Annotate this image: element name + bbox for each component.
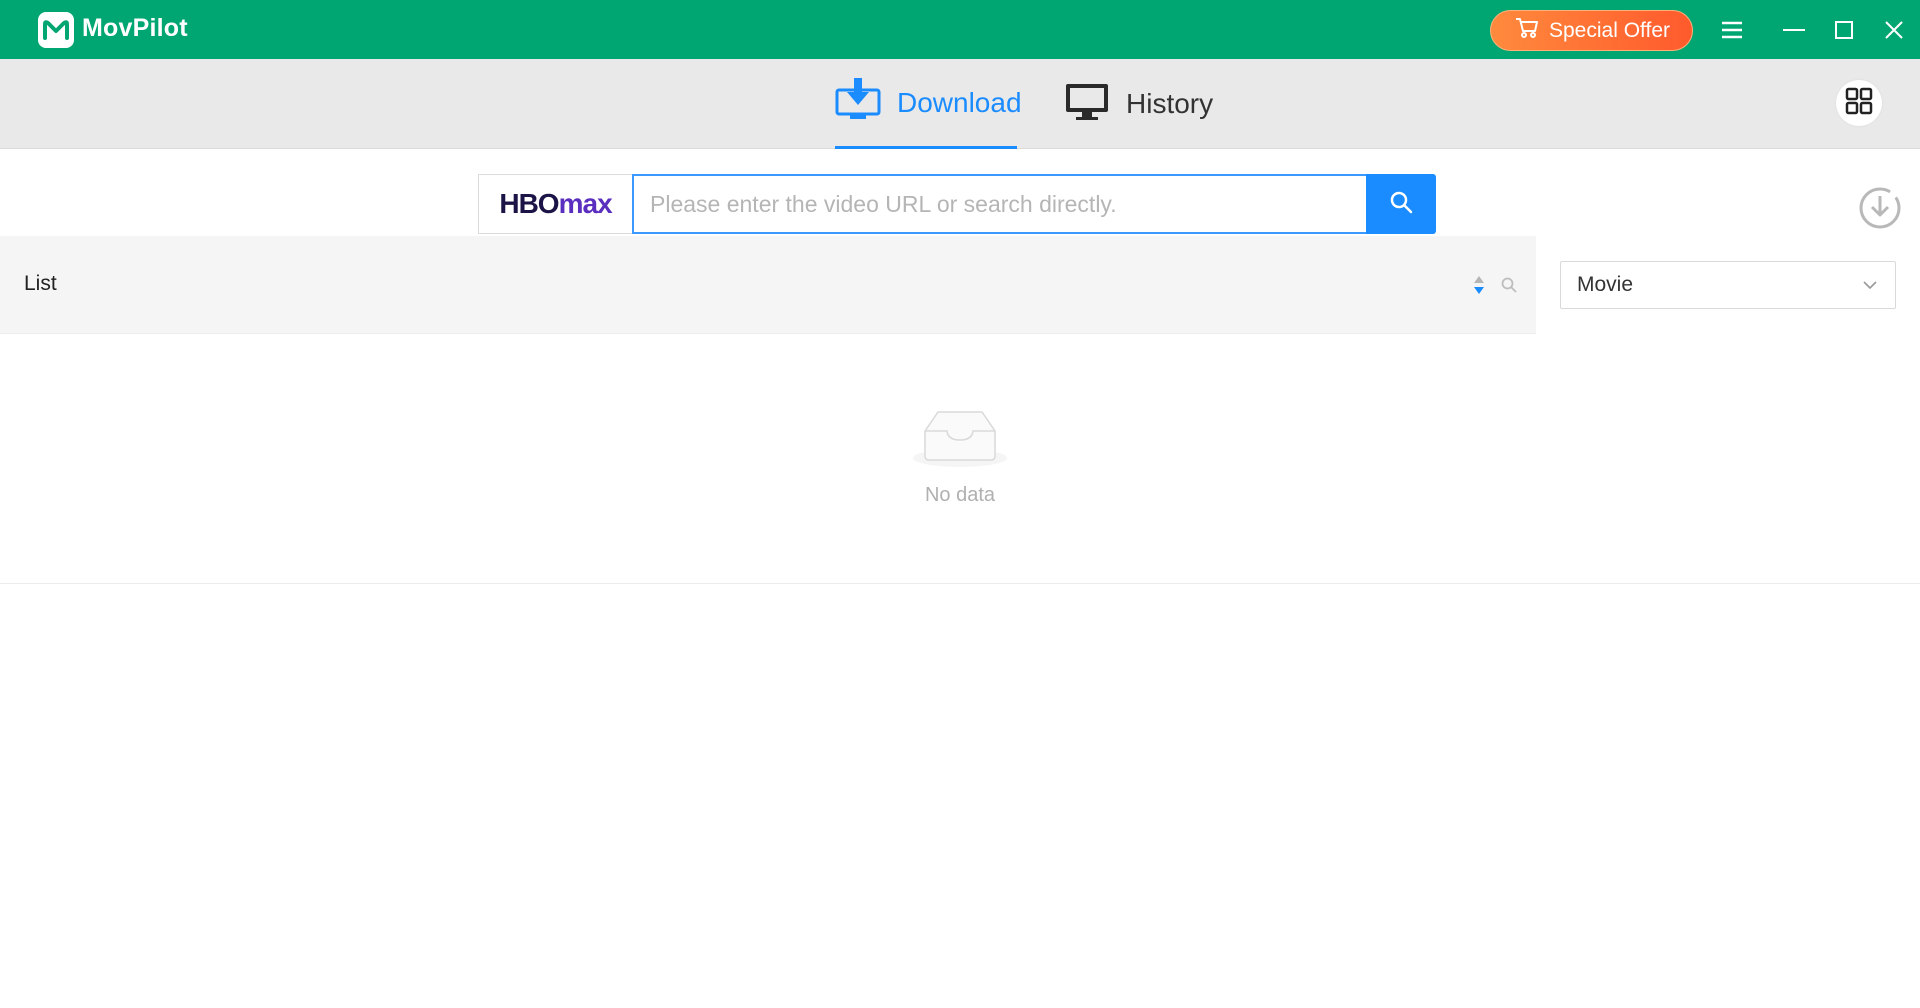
app-name: MovPilot xyxy=(82,14,188,42)
close-icon[interactable] xyxy=(1878,14,1910,46)
nav-bar: Download History xyxy=(0,59,1920,149)
search-input[interactable] xyxy=(632,174,1366,234)
empty-state: No data xyxy=(0,334,1920,584)
download-queue-icon[interactable] xyxy=(1858,186,1902,230)
chevron-down-icon xyxy=(1861,276,1879,300)
download-tray-icon xyxy=(835,78,881,127)
tab-history[interactable]: History xyxy=(1064,59,1224,149)
type-select[interactable]: Movie xyxy=(1560,261,1896,309)
cart-icon xyxy=(1515,17,1539,45)
search-button[interactable] xyxy=(1366,174,1436,234)
grid-icon xyxy=(1845,87,1873,120)
search-icon xyxy=(1389,190,1413,219)
menu-icon[interactable] xyxy=(1716,14,1748,46)
tab-history-label: History xyxy=(1126,88,1214,119)
search-row: HBOmax xyxy=(0,150,1920,236)
list-header: List Movie xyxy=(0,236,1920,334)
special-offer-label: Special Offer xyxy=(1549,18,1671,42)
list-title: List xyxy=(24,272,57,295)
tab-download[interactable]: Download xyxy=(835,59,1022,149)
minimize-icon[interactable] xyxy=(1778,14,1810,46)
sort-icon[interactable] xyxy=(1472,274,1486,296)
title-bar: MovPilot Special Offer xyxy=(0,0,1920,59)
tab-download-label: Download xyxy=(897,86,1022,118)
hbo-max-logo: HBOmax xyxy=(499,188,612,219)
list-search-icon[interactable] xyxy=(1500,276,1518,294)
grid-view-button[interactable] xyxy=(1836,80,1882,126)
movpilot-logo-icon xyxy=(38,12,74,48)
type-filter-pane: Movie xyxy=(1536,236,1920,334)
streaming-service-selector[interactable]: HBOmax xyxy=(478,174,632,234)
type-select-value: Movie xyxy=(1577,273,1634,296)
monitor-icon xyxy=(1064,82,1110,127)
maximize-icon[interactable] xyxy=(1828,14,1860,46)
empty-inbox-icon xyxy=(911,404,1009,475)
special-offer-button[interactable]: Special Offer xyxy=(1490,10,1693,51)
empty-state-text: No data xyxy=(924,484,996,506)
